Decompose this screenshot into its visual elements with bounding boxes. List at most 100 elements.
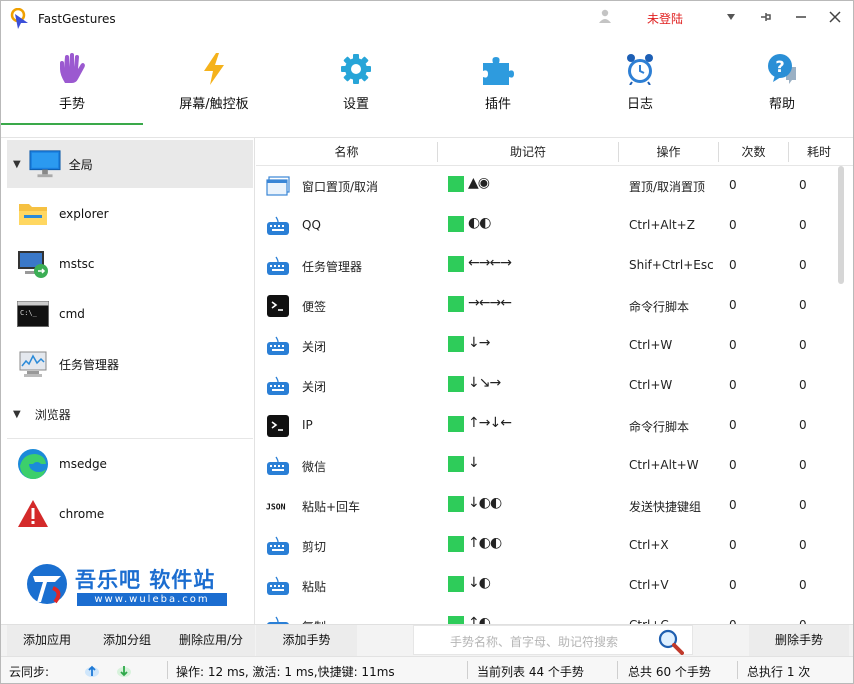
gesture-name: 便签 xyxy=(302,300,327,314)
sidebar-item-label: 全局 xyxy=(68,157,93,172)
tab-log[interactable]: 日志 xyxy=(569,35,711,125)
table-row[interactable]: 剪切 ↑◐◐ Ctrl+X 0 0 xyxy=(256,526,836,566)
delete-gesture-button[interactable]: 删除手势 xyxy=(749,625,849,656)
cloud-download-icon[interactable] xyxy=(116,662,132,678)
perf-stats: 操作: 12 ms, 激活: 1 ms,快捷键: 11ms xyxy=(176,665,395,679)
add-group-button[interactable]: 添加分组 xyxy=(87,625,167,656)
sidebar-item-global[interactable]: ▼ 全局 xyxy=(7,140,253,188)
table-row[interactable]: 微信 ↓ Ctrl+Alt+W 0 0 xyxy=(256,446,836,486)
expand-caret-icon[interactable]: ▼ xyxy=(13,159,21,170)
close-button[interactable] xyxy=(824,7,846,27)
status-divider xyxy=(737,661,738,679)
tab-label: 插件 xyxy=(484,97,511,112)
sidebar-item-label: chrome xyxy=(59,507,105,521)
gesture-action: 置顶/取消置顶 xyxy=(629,180,706,194)
total-executions: 总执行 1 次 xyxy=(747,665,811,679)
table-row[interactable]: 关闭 ↓↘→ Ctrl+W 0 0 xyxy=(256,366,836,406)
table-row[interactable]: 任务管理器 ←→←→ Shif+Ctrl+Esc 0 0 xyxy=(256,246,836,286)
keyboard-icon xyxy=(266,535,290,557)
sidebar-item-label: cmd xyxy=(59,307,85,321)
add-gesture-button[interactable]: 添加手势 xyxy=(256,625,357,656)
tab-label: 帮助 xyxy=(768,97,795,112)
monitor-icon xyxy=(29,150,61,178)
tab-label: 设置 xyxy=(342,97,369,112)
gear-icon xyxy=(341,54,371,84)
gesture-count: 0 xyxy=(729,338,737,352)
sidebar-item-mstsc[interactable]: mstsc xyxy=(7,240,253,288)
gesture-time: 0 xyxy=(799,418,807,432)
top-nav: 手势 屏幕/触控板 设置 插件 日志 ? 帮助 xyxy=(1,35,853,125)
tab-label: 手势 xyxy=(58,97,85,112)
gesture-color-swatch xyxy=(448,336,464,352)
dropdown-button[interactable] xyxy=(720,7,742,27)
gesture-table: 名称 助记符 操作 次数 耗时 窗口置顶/取消 ▲◉ 置顶/取消置顶 0 0 QQ ◐◐ Ct… xyxy=(256,138,853,624)
gesture-time: 0 xyxy=(799,178,807,192)
sidebar-item-msedge[interactable]: msedge xyxy=(7,440,253,488)
status-divider xyxy=(467,661,468,679)
add-app-button[interactable]: 添加应用 xyxy=(7,625,87,656)
login-link[interactable]: 未登陆 xyxy=(647,10,683,27)
gesture-mnemonic: ←→←→ xyxy=(468,255,512,271)
user-icon[interactable] xyxy=(597,8,613,24)
table-scrollbar[interactable] xyxy=(838,166,844,284)
tab-gestures[interactable]: 手势 xyxy=(1,35,143,125)
task-manager-icon xyxy=(19,351,47,377)
gesture-action: 命令行脚本 xyxy=(629,420,690,434)
sidebar-item-explorer[interactable]: explorer xyxy=(7,190,253,238)
gesture-count: 0 xyxy=(729,378,737,392)
gesture-color-swatch xyxy=(448,496,464,512)
gesture-mnemonic: ↓◐◐ xyxy=(468,495,502,511)
sidebar-item-chrome[interactable]: chrome xyxy=(7,490,253,538)
warning-icon xyxy=(18,500,48,527)
tab-screen-touchpad[interactable]: 屏幕/触控板 xyxy=(143,35,285,125)
remote-desktop-icon xyxy=(18,251,48,278)
search-icon[interactable] xyxy=(658,629,684,655)
terminal-icon xyxy=(266,295,290,317)
total-gesture-count: 总共 60 个手势 xyxy=(628,665,711,679)
minimize-icon xyxy=(796,16,806,18)
delete-app-button[interactable]: 删除应用/分 xyxy=(167,625,255,656)
svg-text:JSON: JSON xyxy=(266,501,286,511)
sidebar-item-task-manager[interactable]: 任务管理器 xyxy=(7,340,253,388)
tab-help[interactable]: ? 帮助 xyxy=(711,35,853,125)
table-row[interactable]: 复制↑◐Ctrl+C00 xyxy=(256,606,836,624)
minimize-button[interactable] xyxy=(790,7,812,27)
table-row[interactable]: 关闭 ↓→ Ctrl+W 0 0 xyxy=(256,326,836,366)
keyboard-icon xyxy=(266,615,290,624)
gesture-count: 0 xyxy=(729,418,737,432)
app-window: FastGestures 未登陆 手势 屏幕/触控板 设置 插件 日志 ? 帮助… xyxy=(0,0,854,684)
gesture-count: 0 xyxy=(729,538,737,552)
cloud-sync-label: 云同步: xyxy=(9,665,50,679)
column-header-name[interactable]: 名称 xyxy=(256,138,437,166)
gesture-mnemonic: ◐◐ xyxy=(468,215,491,231)
tab-settings[interactable]: 设置 xyxy=(285,35,427,125)
pin-button[interactable] xyxy=(755,7,777,27)
table-row[interactable]: 粘贴 ↓◐ Ctrl+V 0 0 xyxy=(256,566,836,606)
gesture-action: Shif+Ctrl+Esc xyxy=(629,258,714,272)
column-header-action[interactable]: 操作 xyxy=(619,138,718,166)
sidebar-group-browser[interactable]: ▼ 浏览器 xyxy=(7,394,253,434)
gesture-time: 0 xyxy=(799,458,807,472)
gesture-action: Ctrl+W xyxy=(629,338,673,352)
hand-icon xyxy=(60,53,85,83)
title-bar: FastGestures 未登陆 xyxy=(1,1,853,35)
gesture-name: 关闭 xyxy=(302,340,327,354)
gesture-count: 0 xyxy=(729,218,737,232)
gesture-time: 0 xyxy=(799,378,807,392)
column-header-mnemonic[interactable]: 助记符 xyxy=(438,138,618,166)
table-row[interactable]: QQ ◐◐ Ctrl+Alt+Z 0 0 xyxy=(256,206,836,246)
current-list-count: 当前列表 44 个手势 xyxy=(477,665,584,679)
table-row[interactable]: 便签 →←→← 命令行脚本 0 0 xyxy=(256,286,836,326)
cloud-upload-icon[interactable] xyxy=(84,662,100,678)
column-header-time[interactable]: 耗时 xyxy=(789,138,849,166)
table-row[interactable]: 窗口置顶/取消 ▲◉ 置顶/取消置顶 0 0 xyxy=(256,166,836,206)
column-header-count[interactable]: 次数 xyxy=(719,138,788,166)
help-icon: ? xyxy=(768,54,796,84)
search-box[interactable]: 手势名称、首字母、助记符搜索 xyxy=(413,625,693,655)
sidebar-item-cmd[interactable]: C:\_ cmd xyxy=(7,290,253,338)
table-row[interactable]: IP ↑→↓← 命令行脚本 0 0 xyxy=(256,406,836,446)
expand-caret-icon[interactable]: ▼ xyxy=(13,409,21,420)
table-row[interactable]: JSON 粘贴+回车 ↓◐◐ 发送快捷键组 0 0 xyxy=(256,486,836,526)
search-input[interactable]: 手势名称、首字母、助记符搜索 xyxy=(450,633,618,650)
tab-plugins[interactable]: 插件 xyxy=(427,35,569,125)
